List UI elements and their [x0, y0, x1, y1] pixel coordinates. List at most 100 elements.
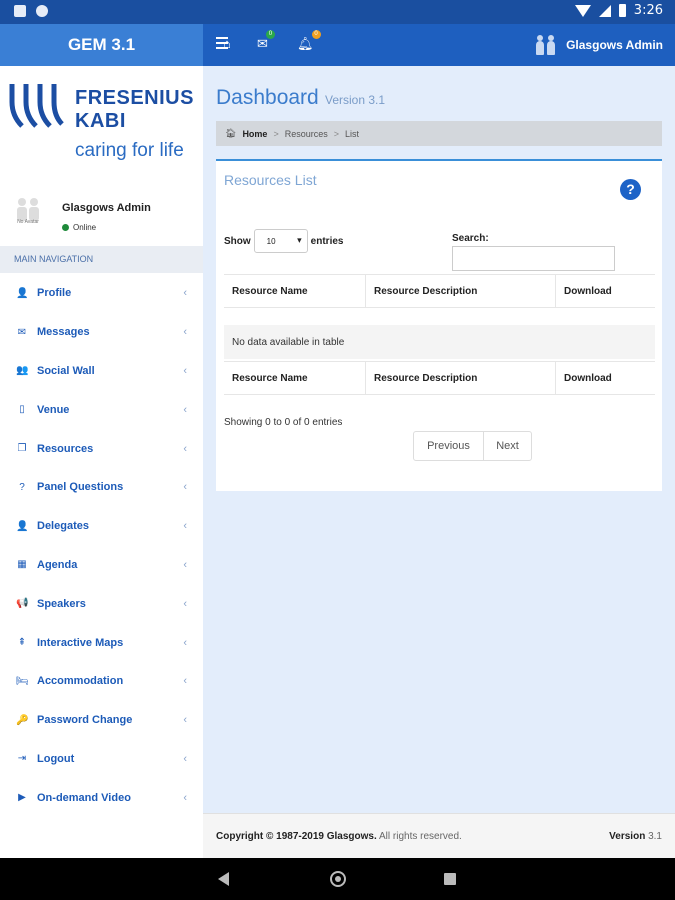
entries-select[interactable]: 10	[253, 229, 308, 253]
chevron-left-icon: ‹	[183, 442, 187, 455]
entries-control: Show 10 entries	[224, 229, 343, 253]
home-icon[interactable]: ⌂	[223, 36, 231, 51]
sidebar-item-logout[interactable]: ⇥ Logout ‹	[0, 740, 203, 779]
group-icon: 👥	[16, 365, 29, 377]
sidebar-item-panel-questions[interactable]: ? Panel Questions ‹	[0, 468, 203, 507]
sidebar-item-interactive-maps[interactable]: ⇞ Interactive Maps ‹	[0, 623, 203, 662]
chevron-left-icon: ‹	[183, 597, 187, 610]
sidebar-item-delegates[interactable]: 👤 Delegates ‹	[0, 507, 203, 546]
key-icon: 🔑	[16, 714, 29, 726]
battery-icon	[618, 4, 626, 17]
sidebar-user-name: Glasgows Admin	[62, 202, 151, 214]
chevron-left-icon: ‹	[183, 403, 187, 416]
column-download[interactable]: Download	[556, 275, 655, 307]
breadcrumb-list: List	[345, 128, 360, 139]
user-menu[interactable]: Glasgows Admin	[536, 24, 663, 66]
notifications-badge: 0	[311, 30, 321, 39]
envelope-icon: ✉	[17, 326, 27, 338]
chevron-left-icon: ‹	[183, 714, 187, 727]
notification-dot-icon	[36, 5, 48, 17]
column-resource-description[interactable]: Resource Description	[366, 275, 556, 307]
chevron-left-icon: ‹	[183, 636, 187, 649]
sidebar-item-messages[interactable]: ✉ Messages ‹	[0, 313, 203, 352]
help-icon[interactable]: ?	[620, 179, 641, 200]
chevron-left-icon: ‹	[183, 752, 187, 765]
user-icon: 👤	[16, 287, 29, 299]
bed-icon: 🛏	[16, 675, 29, 687]
chevron-left-icon: ‹	[183, 558, 187, 571]
sidebar-item-social-wall[interactable]: 👥 Social Wall ‹	[0, 352, 203, 391]
next-button[interactable]: Next	[484, 432, 531, 460]
home-icon: 🏠︎	[225, 128, 237, 138]
chevron-left-icon: ‹	[183, 791, 187, 804]
sidebar-item-agenda[interactable]: ▦ Agenda ‹	[0, 546, 203, 585]
megaphone-icon: 📢	[16, 598, 29, 610]
box-title: Resources List	[224, 172, 317, 188]
column-download[interactable]: Download	[556, 362, 655, 394]
main-content: Dashboard Version 3.1 🏠︎ Home > Resource…	[203, 66, 675, 813]
page-subtitle: Version 3.1	[325, 93, 386, 107]
avatar: No Avatar	[10, 197, 46, 233]
sidebar-item-accommodation[interactable]: 🛏 Accommodation ‹	[0, 662, 203, 701]
sidebar-item-speakers[interactable]: 📢 Speakers ‹	[0, 584, 203, 623]
sidebar-item-password-change[interactable]: 🔑 Password Change ‹	[0, 701, 203, 740]
footer-version: Version 3.1	[609, 831, 662, 842]
messages-badge: 0	[265, 30, 275, 39]
fresenius-logo-icon	[9, 84, 64, 128]
table-footer: Resource Name Resource Description Downl…	[224, 361, 655, 395]
system-nav-bar	[0, 858, 675, 900]
status-bar: 3:26	[0, 0, 675, 24]
main-navigation: 👤 Profile ‹ ✉ Messages ‹ 👥 Social Wall ‹…	[0, 274, 203, 817]
pagination: Previous Next	[413, 431, 532, 461]
column-resource-name[interactable]: Resource Name	[224, 362, 366, 394]
chevron-left-icon: ‹	[183, 675, 187, 688]
online-dot-icon	[62, 224, 69, 231]
sidebar-item-resources[interactable]: ❐ Resources ‹	[0, 429, 203, 468]
chevron-left-icon: ‹	[183, 364, 187, 377]
building-icon: ▯	[19, 404, 25, 416]
breadcrumb-home[interactable]: Home	[242, 129, 267, 139]
footer: Copyright © 1987-2019 Glasgows. All righ…	[203, 813, 675, 858]
page-title: Dashboard	[216, 86, 319, 109]
video-icon: ▶	[18, 792, 26, 804]
calendar-icon: ▦	[17, 559, 27, 571]
users-icon	[536, 35, 556, 55]
notifications-bell-icon[interactable]: 🔔︎ 0	[297, 30, 321, 52]
breadcrumb: 🏠︎ Home > Resources > List	[216, 121, 662, 146]
chevron-left-icon: ‹	[183, 520, 187, 533]
table-info: Showing 0 to 0 of 0 entries	[224, 417, 343, 428]
app-header: GEM 3.1 ⌂ ✉ 0 🔔︎ 0 Glasgows Admin	[0, 24, 675, 66]
copyright: Copyright © 1987-2019 Glasgows. All righ…	[216, 831, 462, 842]
search-label: Search:	[452, 233, 489, 244]
breadcrumb-resources[interactable]: Resources	[285, 129, 328, 139]
messages-icon[interactable]: ✉ 0	[257, 30, 275, 52]
home-button-icon[interactable]	[330, 871, 346, 887]
signal-icon	[598, 4, 611, 17]
nav-heading: MAIN NAVIGATION	[0, 246, 203, 273]
back-icon[interactable]	[218, 872, 229, 886]
signpost-icon: ⇞	[17, 637, 27, 649]
sidebar-item-on-demand-video[interactable]: ▶ On-demand Video ‹	[0, 778, 203, 817]
search-input[interactable]	[452, 246, 615, 271]
recent-apps-icon[interactable]	[444, 873, 456, 885]
column-resource-description[interactable]: Resource Description	[366, 362, 556, 394]
user-panel: No Avatar Glasgows Admin Online	[0, 191, 203, 246]
user-icon: 👤	[16, 520, 29, 532]
logout-icon: ⇥	[17, 753, 27, 765]
header-user-name: Glasgows Admin	[566, 38, 663, 52]
company-logo: FRESENIUS KABI caring for life	[8, 82, 198, 182]
empty-table-message: No data available in table	[224, 325, 655, 359]
sidebar-item-profile[interactable]: 👤 Profile ‹	[0, 274, 203, 313]
table-header: Resource Name Resource Description Downl…	[224, 274, 655, 308]
chevron-left-icon: ‹	[183, 287, 187, 300]
sidebar-item-venue[interactable]: ▯ Venue ‹	[0, 390, 203, 429]
app-brand[interactable]: GEM 3.1	[0, 24, 203, 66]
column-resource-name[interactable]: Resource Name	[224, 275, 366, 307]
user-status: Online	[62, 223, 96, 232]
sidebar: FRESENIUS KABI caring for life No Avatar…	[0, 66, 203, 858]
resources-list-box: Resources List ? Show 10 entries Search:…	[216, 159, 662, 491]
status-time: 3:26	[633, 3, 663, 18]
previous-button[interactable]: Previous	[414, 432, 484, 460]
wifi-icon	[574, 4, 591, 17]
chevron-left-icon: ‹	[183, 326, 187, 339]
